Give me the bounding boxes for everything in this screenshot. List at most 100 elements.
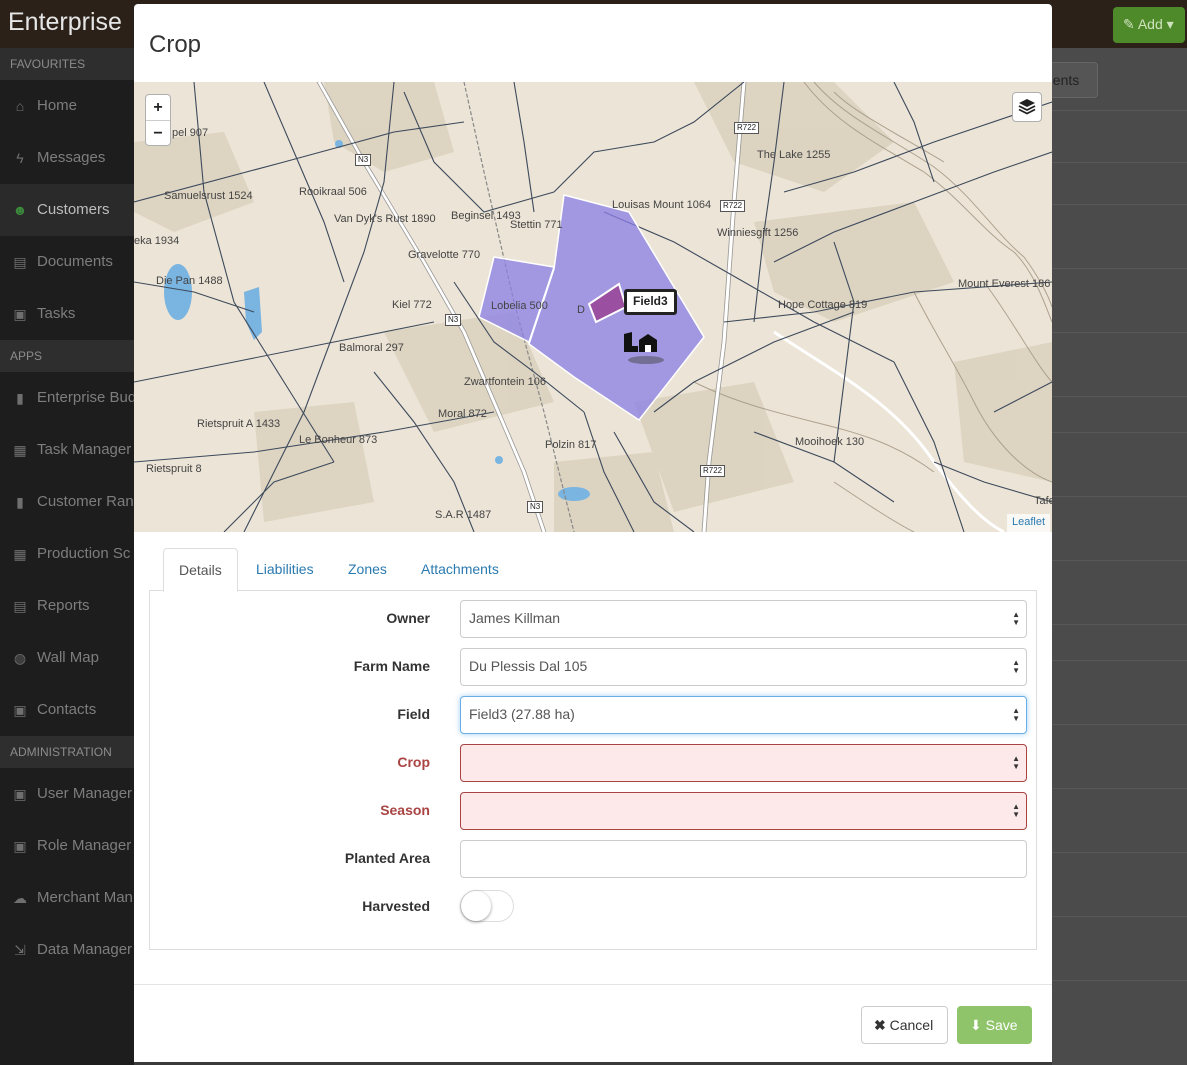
sidebar: FAVOURITES ⌂ Home ϟ Messages ☻ Customers ▤ Docum…	[0, 48, 134, 1065]
main-content-background: nents	[1032, 48, 1187, 1065]
crop-modal: Crop Samuelsrust 1524 Rooikraal 506 Van …	[134, 4, 1052, 1062]
farm-name-row: Farm Name Du Plessis Dal 105 ▲ ▼	[150, 648, 1038, 686]
map-place-label: Samuelsrust 1524	[164, 190, 253, 202]
add-button[interactable]: ✎ Add ▾	[1113, 7, 1185, 43]
toggle-knob	[461, 891, 491, 921]
tab-zones[interactable]: Zones	[333, 548, 402, 591]
sidebar-item-production-sc[interactable]: ▦ Production Sc	[0, 528, 134, 580]
crop-select[interactable]: ▲ ▼	[460, 744, 1027, 782]
layers-icon	[1018, 99, 1036, 115]
save-button[interactable]: ⬇ Save	[957, 1006, 1032, 1044]
sidebar-item-wall-map[interactable]: ◍ Wall Map	[0, 632, 134, 684]
app-brand[interactable]: Enterprise	[8, 8, 122, 37]
sidebar-section-header: APPS	[0, 340, 134, 372]
map-place-label: Louisas Mount 1064	[612, 199, 712, 211]
map-place-label: eka 1934	[134, 235, 180, 247]
sidebar-item-task-manager[interactable]: ▦ Task Manager	[0, 424, 134, 476]
row-divider	[1052, 788, 1187, 789]
map-road-label: N3	[445, 314, 462, 326]
map-road-label: R722	[700, 465, 726, 477]
zoom-out-button[interactable]: −	[146, 120, 170, 145]
save-label: Save	[985, 1017, 1018, 1033]
sidebar-item-customer-ran[interactable]: ▮ Customer Ran	[0, 476, 134, 528]
map-attribution-link[interactable]: Leaflet	[1007, 514, 1051, 532]
season-select[interactable]: ▲ ▼	[460, 792, 1027, 830]
row-divider	[1052, 724, 1187, 725]
row-divider	[1052, 332, 1187, 333]
bolt-icon: ϟ	[16, 150, 24, 166]
sidebar-item-merchant-man[interactable]: ☁ Merchant Man	[0, 872, 134, 924]
map-place-label: Gravelotte 770	[408, 249, 481, 261]
select-arrows-icon: ▲ ▼	[1012, 754, 1020, 771]
document-icon: ▤	[13, 598, 27, 614]
sidebar-item-messages[interactable]: ϟ Messages	[0, 132, 134, 184]
sidebar-item-enterprise-bud[interactable]: ▮ Enterprise Bud	[0, 372, 134, 424]
modal-footer: ✖ Cancel ⬇ Save	[134, 984, 1052, 1062]
sidebar-item-data-manager[interactable]: ⇲ Data Manager	[0, 924, 134, 976]
planted-area-input[interactable]	[460, 840, 1027, 878]
map-view[interactable]: Samuelsrust 1524 Rooikraal 506 Van Dyk's R…	[134, 82, 1052, 532]
users-icon: ☻	[12, 202, 28, 218]
tab-details[interactable]: Details	[163, 548, 238, 592]
zoom-control: + −	[145, 94, 171, 146]
sidebar-item-label: Tasks	[37, 305, 76, 322]
crop-label: Crop	[397, 754, 430, 770]
zoom-in-button[interactable]: +	[146, 95, 170, 120]
sidebar-item-label: Wall Map	[37, 649, 99, 666]
map-place-label: Le Bonheur 873	[299, 434, 378, 446]
details-panel: Owner James Killman ▲ ▼ Farm Name Du Ples…	[149, 590, 1037, 950]
layers-button[interactable]	[1012, 92, 1042, 122]
map-place-label: Balmoral 297	[339, 342, 404, 354]
sidebar-item-label: Task Manager	[37, 441, 132, 458]
sidebar-item-label: Customers	[37, 201, 110, 218]
sidebar-item-user-manager[interactable]: ▣ User Manager	[0, 768, 134, 820]
harvested-toggle[interactable]	[460, 890, 514, 922]
field-select[interactable]: Field3 (27.88 ha) ▲ ▼	[460, 696, 1027, 734]
planted-area-label: Planted Area	[344, 850, 430, 866]
tab-liabilities[interactable]: Liabilities	[241, 548, 329, 591]
map-place-label: Van Dyk's Rust 1890	[334, 213, 436, 225]
cloud-icon: ☁	[13, 890, 27, 906]
map-road-label: R722	[720, 200, 746, 212]
map-road-label: N3	[527, 501, 544, 513]
map-place-label: Kiel 772	[392, 299, 432, 311]
sidebar-item-label: Enterprise Bud	[37, 389, 134, 406]
calendar-icon: ▦	[13, 442, 27, 458]
briefcase-icon: ▣	[13, 306, 27, 322]
sidebar-item-role-manager[interactable]: ▣ Role Manager	[0, 820, 134, 872]
import-icon: ⇲	[14, 942, 26, 958]
owner-select[interactable]: James Killman ▲ ▼	[460, 600, 1027, 638]
sidebar-item-documents[interactable]: ▤ Documents	[0, 236, 134, 288]
sidebar-item-contacts[interactable]: ▣ Contacts	[0, 684, 134, 736]
cancel-button[interactable]: ✖ Cancel	[861, 1006, 948, 1044]
map-place-label: Moral 872	[438, 408, 487, 420]
sidebar-item-tasks[interactable]: ▣ Tasks	[0, 288, 134, 340]
map-place-label: Mooihoek 130	[795, 436, 865, 448]
select-arrows-icon: ▲ ▼	[1012, 658, 1020, 675]
map-place-label: Polzin 817	[545, 439, 597, 451]
tab-attachments[interactable]: Attachments	[406, 548, 514, 591]
modal-header: Crop	[134, 4, 1052, 82]
row-divider	[1052, 852, 1187, 853]
season-label: Season	[380, 802, 430, 818]
row-divider	[1052, 496, 1187, 497]
row-divider	[1052, 660, 1187, 661]
sidebar-item-label: Reports	[37, 597, 90, 614]
field-label: Field	[397, 706, 430, 722]
harvested-label: Harvested	[362, 898, 430, 914]
row-divider	[1052, 916, 1187, 917]
sidebar-section-header: FAVOURITES	[0, 48, 134, 80]
sidebar-item-reports[interactable]: ▤ Reports	[0, 580, 134, 632]
sidebar-item-label: Customer Ran	[37, 493, 134, 510]
map-place-label: Winniesgift 1256	[717, 227, 799, 239]
select-arrows-icon: ▲ ▼	[1012, 610, 1020, 627]
calendar-icon: ▦	[13, 546, 27, 562]
field-tooltip: Field3	[624, 289, 677, 315]
map-place-label: Hope Cottage 819	[778, 299, 868, 311]
farm-name-select[interactable]: Du Plessis Dal 105 ▲ ▼	[460, 648, 1027, 686]
map-place-label: pel 907	[172, 127, 209, 139]
select-arrows-icon: ▲ ▼	[1012, 802, 1020, 819]
sidebar-item-home[interactable]: ⌂ Home	[0, 80, 134, 132]
sidebar-item-customers[interactable]: ☻ Customers	[0, 184, 134, 236]
sidebar-section-header: ADMINISTRATION	[0, 736, 134, 768]
